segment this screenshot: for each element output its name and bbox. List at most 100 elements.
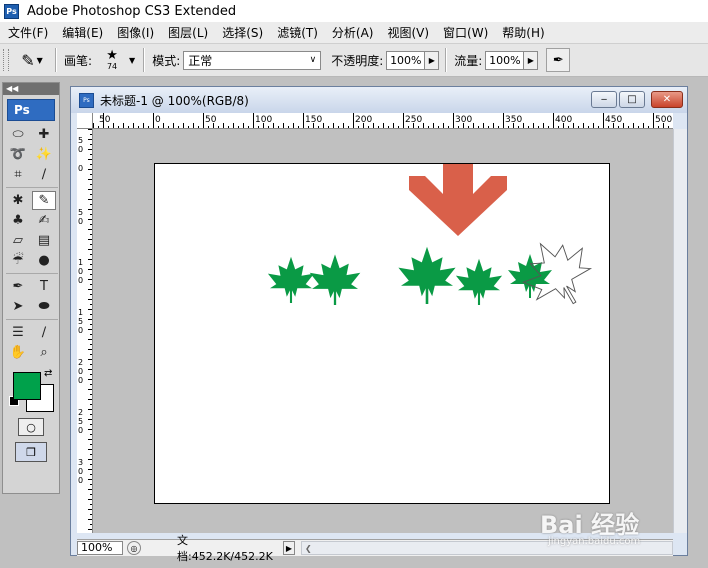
path-select-icon[interactable]: ➤ [6, 297, 30, 316]
star-brush-icon: ★ [106, 47, 118, 63]
minimize-button[interactable]: ‒ [591, 91, 617, 108]
crop-tool-icon[interactable]: ⌗ [6, 165, 30, 184]
dodge-tool-icon[interactable]: ● [32, 251, 56, 270]
flow-label: 流量: [454, 53, 483, 68]
ruler-label: 50 [99, 115, 111, 125]
document-title-bar[interactable]: Ps 未标题-1 @ 100%(RGB/8) ‒ □ ✕ [71, 87, 687, 113]
foreground-color[interactable] [13, 372, 41, 400]
ruler-label: 50 [78, 208, 83, 226]
chevron-down-icon[interactable]: ▼ [129, 56, 135, 65]
airbrush-icon[interactable]: ✒ [546, 48, 571, 72]
brush-preset-picker[interactable]: ★ 74 [95, 46, 129, 74]
ruler-label: 150 [305, 115, 322, 125]
divider [445, 48, 448, 72]
app-title: Adobe Photoshop CS3 Extended [27, 3, 237, 19]
ruler-label: 150 [78, 308, 83, 335]
red-down-arrow [409, 152, 507, 236]
zoom-level-field[interactable]: 100% [77, 541, 123, 555]
document-size-info: 文档:452.2K/452.2K [177, 534, 273, 563]
menu-view[interactable]: 视图(V) [380, 24, 436, 41]
canvas-artwork [267, 152, 605, 321]
maple-leaf [267, 256, 315, 303]
pen-tool-icon[interactable]: ✒ [6, 277, 30, 296]
ruler-label: 50 [78, 136, 83, 154]
swap-colors-icon[interactable]: ⇄ [44, 368, 52, 379]
ruler-label: 200 [78, 358, 83, 385]
menu-select[interactable]: 选择(S) [215, 24, 270, 41]
ruler-label: 0 [155, 115, 161, 125]
maple-leaf [455, 258, 503, 305]
ruler-label: 0 [78, 164, 83, 173]
eyedropper-icon[interactable]: ∕ [32, 323, 56, 342]
menu-layer[interactable]: 图层(L) [161, 24, 215, 41]
lasso-tool-icon[interactable]: ➰ [6, 145, 30, 164]
menu-window[interactable]: 窗口(W) [436, 24, 495, 41]
tool-preset-picker[interactable]: ✎ ▼ [13, 48, 51, 72]
ruler-label: 100 [78, 258, 83, 285]
chevron-down-icon: ∨ [309, 55, 317, 65]
menu-help[interactable]: 帮助(H) [495, 24, 551, 41]
maple-leaf [508, 254, 552, 298]
horizontal-ruler-svg: 50 0 50 100 150 200 250 300 350 400 450 … [93, 113, 672, 128]
ruler-label: 50 [205, 115, 217, 125]
divider [6, 273, 58, 274]
menu-file[interactable]: 文件(F) [0, 24, 55, 41]
ps-logo[interactable]: Ps [7, 99, 55, 121]
canvas-workspace[interactable] [93, 129, 673, 533]
blur-tool-icon[interactable]: ☔ [6, 251, 30, 270]
ruler-label: 300 [455, 115, 472, 125]
menu-image[interactable]: 图像(I) [110, 24, 161, 41]
flow-slider-button[interactable]: ▶ [524, 50, 539, 70]
shape-tool-icon[interactable]: ⬬ [32, 297, 56, 316]
history-brush-icon[interactable]: ✍ [32, 211, 56, 230]
options-bar: ✎ ▼ 画笔: ★ 74 ▼ 模式: 正常 ∨ 不透明度: 100% ▶ 流量:… [0, 44, 708, 77]
brush-tool-icon[interactable]: ✎ [32, 191, 56, 210]
photoshop-app-icon: Ps [4, 3, 19, 19]
chevron-down-icon: ▼ [36, 55, 43, 65]
divider [6, 319, 58, 320]
flow-input[interactable]: 100% [485, 50, 525, 70]
document-window: Ps 未标题-1 @ 100%(RGB/8) ‒ □ ✕ 50 0 50 100… [70, 86, 688, 563]
zoom-tool-icon[interactable]: ⌕ [32, 343, 56, 362]
maple-leaf [309, 254, 361, 305]
ruler-label: 250 [78, 408, 83, 435]
scroll-left-icon[interactable]: ❮ [305, 544, 312, 553]
ruler-label: 200 [355, 115, 372, 125]
maximize-button[interactable]: □ [619, 91, 645, 108]
close-button[interactable]: ✕ [651, 91, 683, 108]
status-info-icon[interactable]: ◎ [127, 541, 141, 555]
opacity-slider-button[interactable]: ▶ [425, 50, 440, 70]
divider [55, 48, 57, 72]
menu-filter[interactable]: 滤镜(T) [270, 24, 325, 41]
healing-brush-icon[interactable]: ✱ [6, 191, 30, 210]
ruler-label: 300 [78, 458, 83, 485]
quick-mask-icon[interactable]: ○ [18, 418, 44, 436]
ruler-label: 500 [655, 115, 672, 125]
document-canvas[interactable] [154, 152, 610, 504]
baidu-watermark-logo: Bai 经验 [540, 511, 640, 539]
options-grip[interactable] [3, 49, 9, 71]
hand-tool-icon[interactable]: ✋ [6, 343, 30, 362]
menu-edit[interactable]: 编辑(E) [55, 24, 110, 41]
clone-stamp-icon[interactable]: ♣ [6, 211, 30, 230]
mode-select[interactable]: 正常 ∨ [183, 50, 322, 70]
screen-mode-icon[interactable]: ❒ [15, 442, 47, 462]
type-tool-icon[interactable]: T [32, 277, 56, 296]
move-tool-icon[interactable]: ✚ [32, 125, 56, 144]
marquee-tool-icon[interactable]: ⬭ [6, 125, 30, 144]
horizontal-ruler[interactable]: 50 0 50 100 150 200 250 300 350 400 450 … [93, 113, 673, 129]
document-title: 未标题-1 @ 100%(RGB/8) [100, 93, 249, 108]
ruler-origin[interactable] [77, 113, 93, 129]
vertical-ruler-svg: 50 0 50 100 150 200 250 300 [78, 129, 92, 530]
vertical-scrollbar[interactable] [673, 129, 687, 533]
collapse-icon[interactable]: ◀◀ [3, 83, 59, 95]
opacity-input[interactable]: 100% [386, 50, 426, 70]
gradient-tool-icon[interactable]: ▤ [32, 231, 56, 250]
eraser-tool-icon[interactable]: ▱ [6, 231, 30, 250]
menu-analysis[interactable]: 分析(A) [325, 24, 381, 41]
status-menu-arrow-icon[interactable]: ▶ [283, 541, 295, 555]
vertical-ruler[interactable]: 50 0 50 100 150 200 250 300 [77, 129, 93, 533]
notes-tool-icon[interactable]: ☰ [6, 323, 30, 342]
eyedropper-slice-icon[interactable]: ∕ [32, 165, 56, 184]
magic-wand-icon[interactable]: ✨ [32, 145, 56, 164]
